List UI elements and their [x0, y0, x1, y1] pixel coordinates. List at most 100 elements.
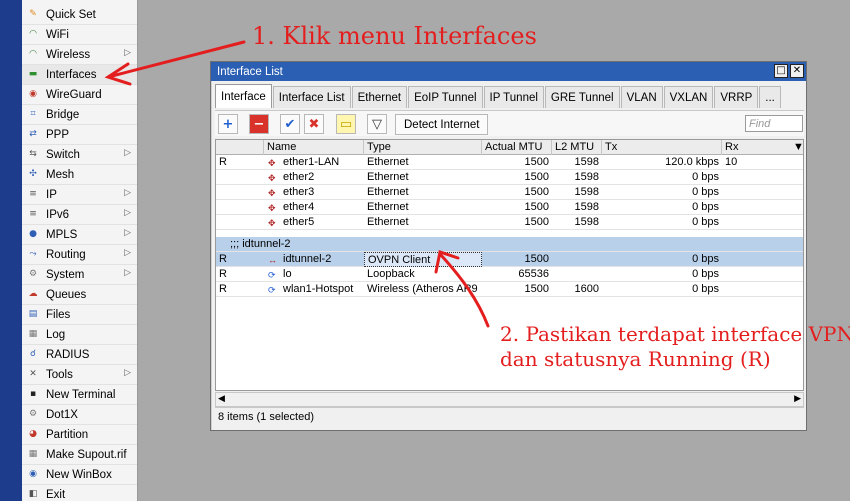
exit-icon: ◧ [28, 489, 38, 499]
table-row[interactable]: R ↔ idtunnel-2 OVPN Client 1500 0 bps [216, 252, 803, 267]
routing-icon: ⤳ [29, 249, 37, 259]
sidebar-item-files[interactable]: ▤ Files [22, 305, 137, 325]
sidebar-item-label: System [46, 268, 85, 281]
sidebar-item-mpls[interactable]: ● MPLS ▷ [22, 225, 137, 245]
window-title-bar[interactable]: Interface List □ ✕ [211, 62, 806, 81]
status-flag-cell: R [219, 283, 227, 295]
sidebar-item-new-terminal[interactable]: ▪ New Terminal [22, 385, 137, 405]
tab-interface-list[interactable]: Interface List [272, 86, 351, 108]
ip-icon: ≡ [29, 189, 37, 199]
rx-rate-cell: 10 [725, 156, 738, 168]
sidebar-item-bridge[interactable]: ⌗ Bridge [22, 105, 137, 125]
minimize-button[interactable]: □ [774, 64, 788, 78]
scroll-left-icon[interactable]: ◀ [218, 394, 225, 404]
actual-mtu-cell: 1500 [524, 201, 549, 213]
actual-mtu-cell: 1500 [524, 253, 549, 265]
sidebar-item-switch[interactable]: ⇆ Switch ▷ [22, 145, 137, 165]
sidebar-item-routing[interactable]: ⤳ Routing ▷ [22, 245, 137, 265]
sidebar-item-label: PPP [46, 128, 70, 141]
files-icon: ▤ [28, 309, 38, 319]
ethernet-interface-icon: ✥ [268, 203, 276, 213]
switch-icon: ⇆ [29, 149, 37, 159]
sidebar-item-mesh[interactable]: ✣ Mesh [22, 165, 137, 185]
column-header[interactable]: Name [264, 140, 364, 155]
tab-interface[interactable]: Interface [215, 84, 272, 108]
table-row[interactable]: ✥ ether3 Ethernet 1500 1598 0 bps [216, 185, 803, 200]
sidebar-item-wifi[interactable]: ◠ WiFi [22, 25, 137, 45]
sidebar-item-partition[interactable]: ◕ Partition [22, 425, 137, 445]
status-flag-cell [216, 185, 264, 200]
sidebar-item-label: Queues [46, 288, 87, 301]
toolbar: + − ✔ ✖ ▭ ▽ Detect Internet [215, 110, 804, 136]
filter-button[interactable]: ▽ [367, 114, 387, 134]
status-flag-cell: R [219, 156, 227, 168]
tab-ip-tunnel[interactable]: IP Tunnel [483, 86, 544, 108]
table-header: Name Type Actual MTU L2 MTU Tx Rx ▼ [216, 140, 803, 155]
sidebar-item-quick-set[interactable]: ✎ Quick Set [22, 5, 137, 25]
status-flag-cell: R [219, 268, 227, 280]
enable-button[interactable]: ✔ [280, 114, 300, 134]
tab-vxlan[interactable]: VXLAN [663, 86, 714, 108]
sidebar-item-make-supout-rif[interactable]: ▦ Make Supout.rif [22, 445, 137, 465]
table-row[interactable]: R ✥ ether1-LAN Ethernet 1500 1598 120.0 kbps 10 [216, 155, 803, 170]
l2-mtu-cell: 1598 [574, 171, 599, 183]
close-button[interactable]: ✕ [790, 64, 804, 78]
sidebar-item-ip[interactable]: ≡ IP ▷ [22, 185, 137, 205]
column-header[interactable] [216, 140, 264, 155]
sidebar-item-queues[interactable]: ☁ Queues [22, 285, 137, 305]
column-header[interactable]: Type [364, 140, 482, 155]
column-header[interactable]: Actual MTU [482, 140, 552, 155]
tab-eoip-tunnel[interactable]: EoIP Tunnel [408, 86, 483, 108]
tab-vrrp[interactable]: VRRP [714, 86, 759, 108]
sidebar-item-radius[interactable]: ☌ RADIUS [22, 345, 137, 365]
tab-vlan[interactable]: VLAN [620, 86, 663, 108]
scroll-right-icon[interactable]: ▶ [794, 394, 801, 404]
sidebar-item-new-winbox[interactable]: ◉ New WinBox [22, 465, 137, 485]
tab-ethernet[interactable]: Ethernet [351, 86, 408, 108]
sidebar-item-log[interactable]: ▦ Log [22, 325, 137, 345]
sidebar-item-ipv6[interactable]: ≡ IPv6 ▷ [22, 205, 137, 225]
interface-name-cell: ✥ ether4 [264, 200, 364, 215]
horizontal-scrollbar[interactable]: ◀ ▶ [215, 392, 804, 407]
find-input[interactable] [745, 115, 803, 132]
sidebar-item-interfaces[interactable]: ▬ Interfaces [22, 65, 137, 85]
table-row[interactable]: ✥ ether5 Ethernet 1500 1598 0 bps [216, 215, 803, 230]
sidebar-item-wireless[interactable]: ◠ Wireless ▷ [22, 45, 137, 65]
column-header[interactable]: Tx [602, 140, 722, 155]
actual-mtu-cell: 1500 [524, 156, 549, 168]
sidebar-item-system[interactable]: ⚙ System ▷ [22, 265, 137, 285]
disable-button[interactable]: ✖ [304, 114, 324, 134]
ethernet-interface-icon: ✥ [268, 173, 276, 183]
sidebar-item-dot1x[interactable]: ⚙ Dot1X [22, 405, 137, 425]
interface-type-cell: Ethernet [367, 186, 409, 198]
interface-name: ether4 [283, 201, 315, 213]
column-menu-icon[interactable]: ▼ [790, 140, 803, 155]
comment-group-row[interactable]: ;;; idtunnel-2 [216, 237, 803, 252]
table-row[interactable]: R ⟳ wlan1-Hotspot Wireless (Atheros AR9 1500… [216, 282, 803, 297]
remove-button[interactable]: − [249, 114, 269, 134]
status-flag-cell [216, 170, 264, 185]
sidebar-item-label: New Terminal [46, 388, 116, 401]
rx-rate-cell [722, 215, 803, 230]
detect-internet-button[interactable]: Detect Internet [395, 114, 489, 135]
sidebar-item-ppp[interactable]: ⇄ PPP [22, 125, 137, 145]
sidebar-item-wireguard[interactable]: ◉ WireGuard [22, 85, 137, 105]
sidebar-item-tools[interactable]: ✕ Tools ▷ [22, 365, 137, 385]
sidebar-item-exit[interactable]: ◧ Exit [22, 485, 137, 501]
rx-rate-cell [722, 252, 803, 267]
interface-name: ether1-LAN [283, 156, 340, 168]
actual-mtu-cell: 1500 [524, 186, 549, 198]
comment-button[interactable]: ▭ [336, 114, 356, 134]
add-button[interactable]: + [218, 114, 238, 134]
log-icon: ▦ [28, 329, 38, 339]
l2-mtu-cell: 1598 [574, 216, 599, 228]
submenu-arrow-icon: ▷ [124, 208, 131, 218]
tab-gre-tunnel[interactable]: GRE Tunnel [544, 86, 620, 108]
table-row[interactable]: ✥ ether4 Ethernet 1500 1598 0 bps [216, 200, 803, 215]
column-header[interactable]: L2 MTU [552, 140, 602, 155]
sidebar-item-label: Files [46, 308, 71, 321]
table-row[interactable]: ✥ ether2 Ethernet 1500 1598 0 bps [216, 170, 803, 185]
table-row[interactable]: R ⟳ lo Loopback 65536 0 bps [216, 267, 803, 282]
tab-more[interactable]: ... [759, 86, 781, 108]
interface-name: ether3 [283, 186, 315, 198]
